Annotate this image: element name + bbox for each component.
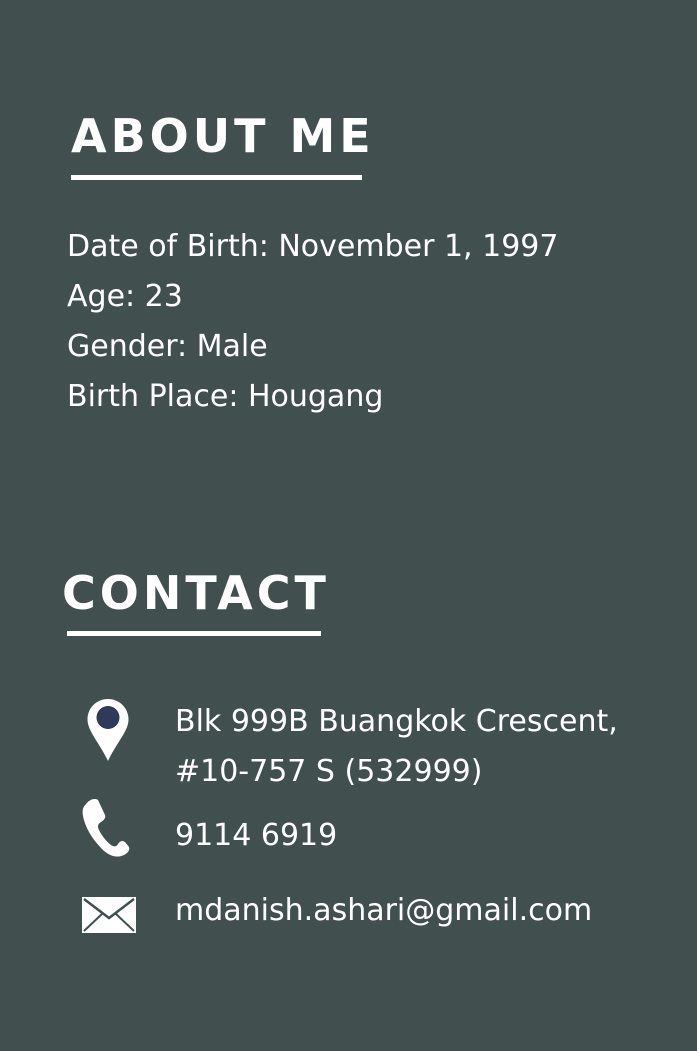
contact-phone: 9114 6919 <box>175 818 338 853</box>
contact-address: Blk 999B Buangkok Crescent, #10-757 S (5… <box>175 697 618 797</box>
contact-email: mdanish.ashari@gmail.com <box>175 893 593 928</box>
phone-icon <box>82 799 130 857</box>
about-me-underline <box>71 175 362 180</box>
gender: Gender: Male <box>67 329 268 364</box>
address-line-2: #10-757 S (532999) <box>175 754 483 789</box>
date-of-birth: Date of Birth: November 1, 1997 <box>67 229 559 264</box>
birth-place: Birth Place: Hougang <box>67 379 384 414</box>
envelope-icon <box>82 897 136 933</box>
age: Age: 23 <box>67 279 183 314</box>
about-me-list: Date of Birth: November 1, 1997 Age: 23 … <box>67 222 558 422</box>
contact-underline <box>67 631 321 636</box>
address-line-1: Blk 999B Buangkok Crescent, <box>175 704 618 739</box>
contact-heading: CONTACT <box>62 566 330 620</box>
about-me-heading: ABOUT ME <box>71 109 375 163</box>
map-pin-icon <box>87 699 129 761</box>
